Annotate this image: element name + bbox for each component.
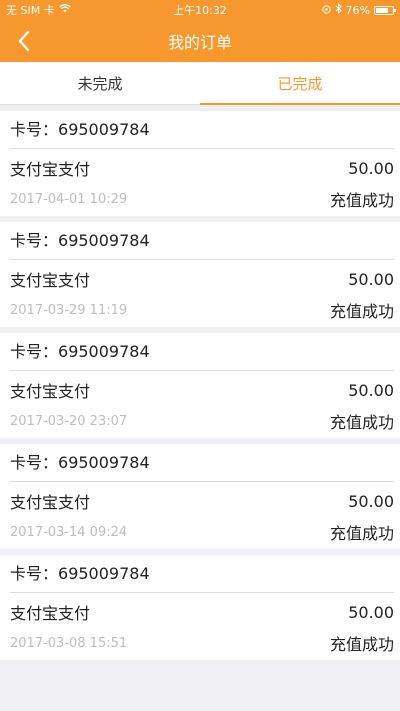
card-number-row: 卡号：695009784: [10, 111, 394, 149]
card-number-row: 卡号：695009784: [10, 444, 394, 482]
bluetooth-icon: [335, 3, 342, 17]
card-number-label: 卡号：: [10, 564, 59, 583]
battery-percent: 76%: [345, 3, 370, 17]
payment-method: 支付宝支付: [10, 604, 91, 623]
date-status-row: 2017-04-01 10:29 充值成功: [10, 187, 394, 211]
order-date: 2017-03-20 23:07: [10, 413, 128, 429]
card-number: 695009784: [58, 231, 150, 250]
order-status: 充值成功: [329, 302, 394, 321]
carrier-text: 无 SIM 卡: [6, 4, 55, 17]
chevron-left-icon: [18, 30, 30, 52]
payment-method: 支付宝支付: [10, 160, 91, 179]
payment-row: 支付宝支付 50.00: [10, 371, 394, 409]
order-card[interactable]: 卡号：695009784 支付宝支付 50.00 2017-03-29 11:1…: [0, 222, 400, 327]
order-amount: 50.00: [348, 380, 394, 400]
payment-row: 支付宝支付 50.00: [10, 149, 394, 187]
payment-row: 支付宝支付 50.00: [10, 260, 394, 298]
order-card[interactable]: 卡号：695009784 支付宝支付 50.00 2017-03-08 15:5…: [0, 555, 400, 660]
tab-incomplete[interactable]: 未完成: [0, 62, 200, 104]
app-header: 无 SIM 卡 上午10:32 76% 我的订单: [0, 0, 400, 62]
card-number-row: 卡号：695009784: [10, 222, 394, 260]
back-button[interactable]: [6, 20, 42, 62]
order-card[interactable]: 卡号：695009784 支付宝支付 50.00 2017-03-20 23:0…: [0, 333, 400, 438]
order-amount: 50.00: [348, 602, 394, 622]
payment-row: 支付宝支付 50.00: [10, 482, 394, 520]
status-right: 76%: [321, 3, 396, 17]
nav-bar: 我的订单: [0, 20, 400, 62]
order-card[interactable]: 卡号：695009784 支付宝支付 50.00 2017-04-01 10:2…: [0, 111, 400, 216]
order-date: 2017-04-01 10:29: [10, 191, 128, 207]
order-list: 卡号：695009784 支付宝支付 50.00 2017-04-01 10:2…: [0, 105, 400, 660]
order-status: 充值成功: [329, 635, 394, 654]
card-number-row: 卡号：695009784: [10, 333, 394, 371]
card-number-label: 卡号：: [10, 342, 59, 361]
page-title: 我的订单: [167, 33, 232, 52]
status-left: 无 SIM 卡: [6, 2, 71, 18]
card-number: 695009784: [58, 342, 150, 361]
payment-method: 支付宝支付: [10, 382, 91, 401]
payment-method: 支付宝支付: [10, 271, 91, 290]
card-number-label: 卡号：: [10, 231, 59, 250]
status-bar: 无 SIM 卡 上午10:32 76%: [0, 0, 400, 20]
order-status: 充值成功: [329, 413, 394, 432]
order-tabs: 未完成 已完成: [0, 62, 400, 105]
payment-row: 支付宝支付 50.00: [10, 593, 394, 631]
order-status: 充值成功: [329, 191, 394, 210]
tab-completed[interactable]: 已完成: [200, 62, 400, 105]
order-date: 2017-03-14 09:24: [10, 524, 128, 540]
date-status-row: 2017-03-08 15:51 充值成功: [10, 631, 394, 655]
date-status-row: 2017-03-29 11:19 充值成功: [10, 298, 394, 322]
order-amount: 50.00: [348, 491, 394, 511]
card-number: 695009784: [58, 453, 150, 472]
order-amount: 50.00: [348, 158, 394, 178]
battery-icon: [374, 5, 396, 15]
date-status-row: 2017-03-14 09:24 充值成功: [10, 520, 394, 544]
battery-fill: [376, 7, 388, 13]
card-number-label: 卡号：: [10, 453, 59, 472]
order-card[interactable]: 卡号：695009784 支付宝支付 50.00 2017-03-14 09:2…: [0, 444, 400, 549]
wifi-icon: [58, 4, 71, 16]
order-status: 充值成功: [329, 524, 394, 543]
card-number-label: 卡号：: [10, 120, 59, 139]
order-amount: 50.00: [348, 269, 394, 289]
order-date: 2017-03-08 15:51: [10, 635, 128, 651]
date-status-row: 2017-03-20 23:07 充值成功: [10, 409, 394, 433]
card-number: 695009784: [58, 564, 150, 583]
orientation-lock-icon: [321, 4, 331, 17]
card-number-row: 卡号：695009784: [10, 555, 394, 593]
order-date: 2017-03-29 11:19: [10, 302, 128, 318]
card-number: 695009784: [58, 120, 150, 139]
payment-method: 支付宝支付: [10, 493, 91, 512]
